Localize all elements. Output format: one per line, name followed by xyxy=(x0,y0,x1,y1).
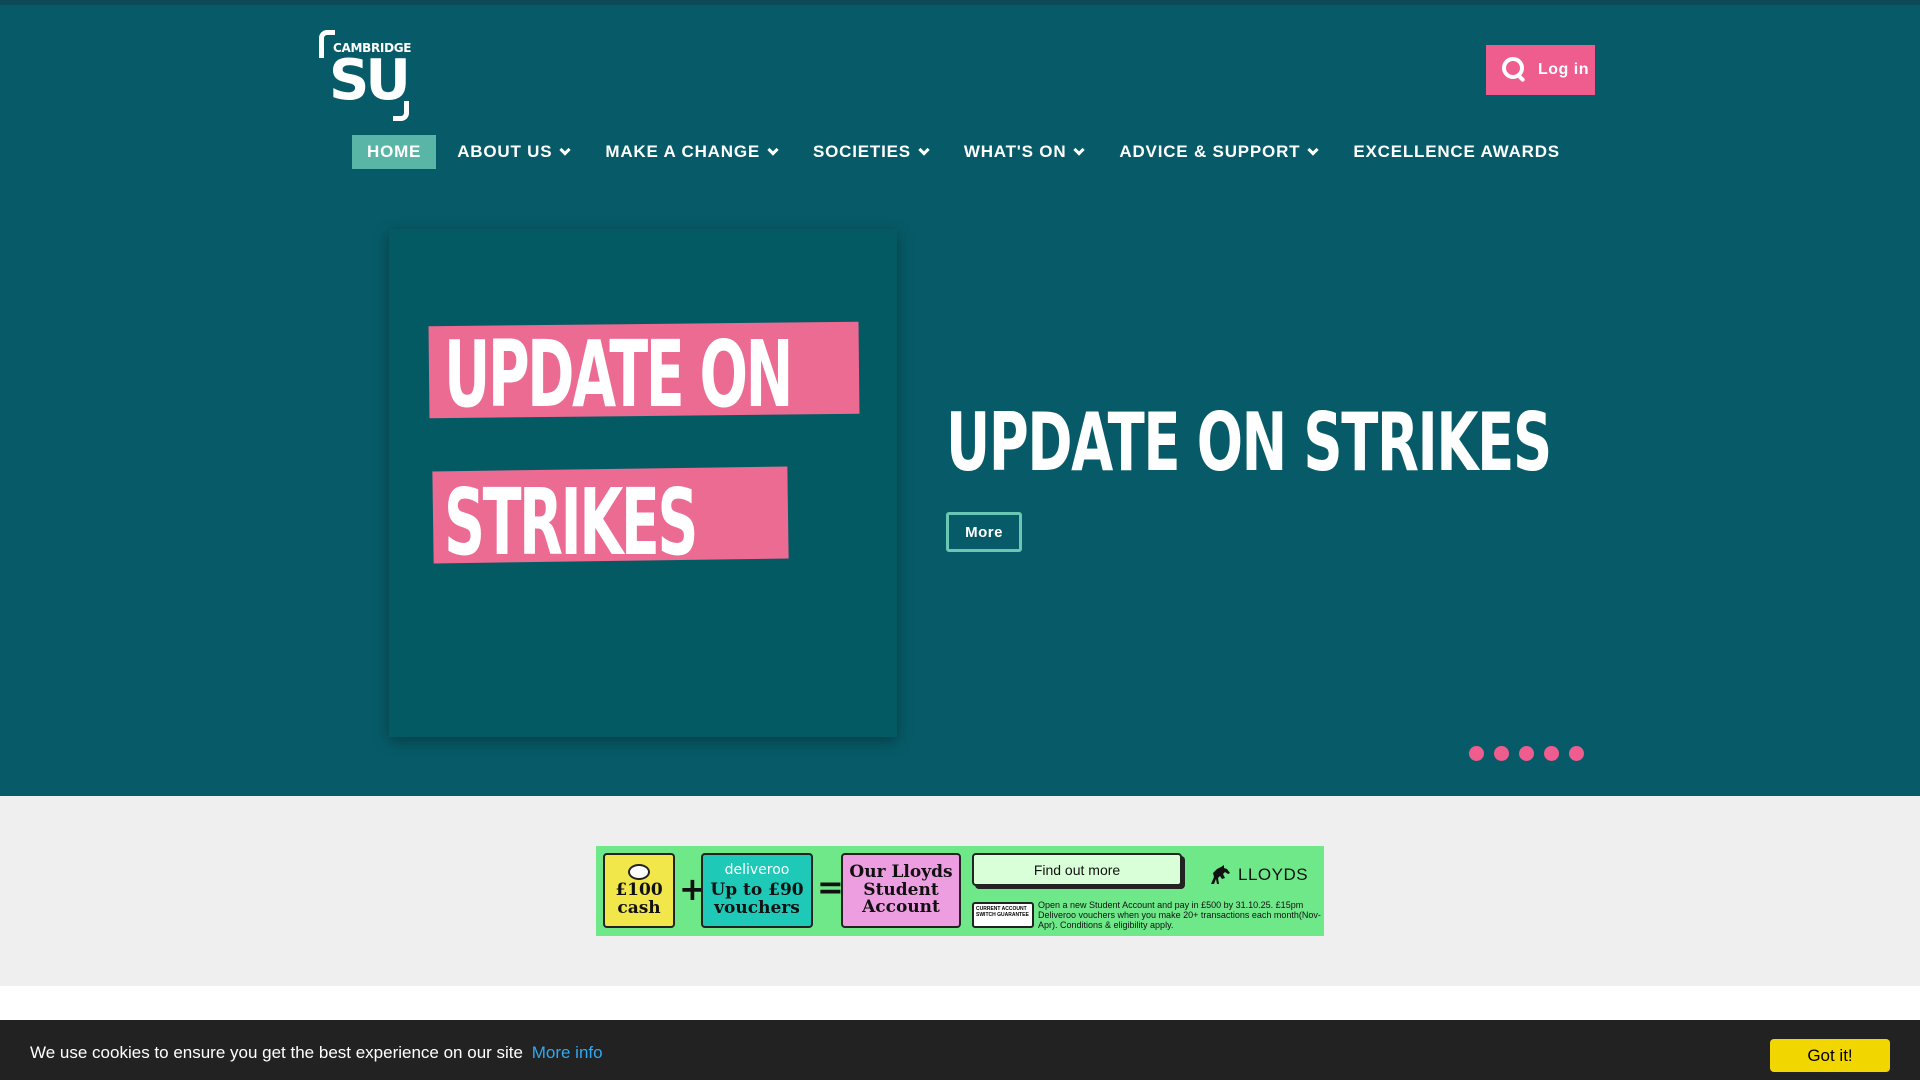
ad-vouchers-text: Up to £90 vouchers xyxy=(710,880,804,918)
chevron-down-icon xyxy=(767,143,779,156)
more-button[interactable]: More xyxy=(946,512,1022,552)
nav-label: MAKE A CHANGE xyxy=(605,142,760,161)
ad-small-print: Open a new Student Account and pay in £5… xyxy=(1038,900,1321,930)
hero-image-line1: UPDATE ON xyxy=(444,321,793,428)
nav-label: EXCELLENCE AWARDS xyxy=(1353,142,1560,161)
switch-line2: SWITCH GUARANTEE xyxy=(976,912,1029,918)
slider-dot-5[interactable] xyxy=(1569,746,1584,761)
horse-icon xyxy=(1211,865,1230,884)
hero-slide-image[interactable]: UPDATE ON STRIKES xyxy=(389,229,897,737)
search-login-button[interactable]: Log in xyxy=(1486,45,1595,95)
nav-item-about-us[interactable]: ABOUT US xyxy=(442,135,584,169)
nav-item-make-a-change[interactable]: MAKE A CHANGE xyxy=(590,135,792,169)
slider-dot-2[interactable] xyxy=(1494,746,1509,761)
lloyds-logo: LLOYDS xyxy=(1208,860,1308,890)
equals-icon: = xyxy=(817,868,844,906)
slider-dot-1[interactable] xyxy=(1469,746,1484,761)
nav-item-home[interactable]: HOME xyxy=(352,135,437,169)
lloyds-brand-text: LLOYDS xyxy=(1238,865,1309,884)
main-nav: HOME ABOUT US MAKE A CHANGE SOCIETIES WH… xyxy=(352,135,1581,169)
cookie-accept-button[interactable]: Got it! xyxy=(1770,1039,1890,1072)
cookie-banner: We use cookies to ensure you get the bes… xyxy=(0,1020,1920,1080)
ad-cash-box: £100 cash xyxy=(603,853,675,928)
nav-item-excellence-awards[interactable]: EXCELLENCE AWARDS xyxy=(1338,135,1575,169)
lloyds-ad-banner[interactable]: £100 cash + deliveroo Up to £90 vouchers… xyxy=(596,846,1324,936)
ad-account-box: Our Lloyds Student Account xyxy=(841,853,961,928)
search-icon[interactable] xyxy=(1500,55,1530,85)
ad-deliveroo-box: deliveroo Up to £90 vouchers xyxy=(701,853,813,928)
ad-band: £100 cash + deliveroo Up to £90 vouchers… xyxy=(0,796,1920,986)
nav-label: WHAT'S ON xyxy=(963,142,1067,161)
hero-image-line2: STRIKES xyxy=(444,469,699,576)
nav-label: ADVICE & SUPPORT xyxy=(1119,142,1301,161)
nav-label: SOCIETIES xyxy=(812,142,911,161)
ad-find-out-more-button[interactable]: Find out more xyxy=(972,853,1182,886)
site-header: CAMBRIDGE SU Log in HOME ABOUT US MAKE A… xyxy=(0,5,1920,796)
chevron-down-icon xyxy=(1073,143,1086,156)
logo-bracket-bottom xyxy=(393,101,409,121)
cambridge-su-logo[interactable]: CAMBRIDGE SU xyxy=(317,27,417,121)
nav-item-advice-support[interactable]: ADVICE & SUPPORT xyxy=(1104,135,1332,169)
cookie-text: We use cookies to ensure you get the bes… xyxy=(30,1043,523,1062)
deliveroo-logo: deliveroo xyxy=(724,862,790,879)
cookie-message: We use cookies to ensure you get the bes… xyxy=(30,1043,603,1063)
nav-item-whats-on[interactable]: WHAT'S ON xyxy=(949,135,1099,169)
chevron-down-icon xyxy=(1307,143,1320,156)
slider-dot-3[interactable] xyxy=(1519,746,1534,761)
slider-dots xyxy=(1469,746,1594,761)
coin-icon xyxy=(628,863,650,880)
hero-title: UPDATE ON STRIKES xyxy=(946,396,1552,489)
slider-dot-4[interactable] xyxy=(1544,746,1559,761)
ad-cash-text: £100 cash xyxy=(615,879,663,918)
switch-guarantee-badge: CURRENT ACCOUNT SWITCH GUARANTEE xyxy=(972,902,1034,928)
nav-label: HOME xyxy=(367,142,422,161)
cookie-more-info-link[interactable]: More info xyxy=(532,1043,603,1062)
login-label[interactable]: Log in xyxy=(1538,61,1589,79)
chevron-down-icon xyxy=(559,143,572,156)
nav-label: ABOUT US xyxy=(457,142,553,161)
chevron-down-icon xyxy=(918,143,930,156)
nav-item-societies[interactable]: SOCIETIES xyxy=(798,135,943,169)
